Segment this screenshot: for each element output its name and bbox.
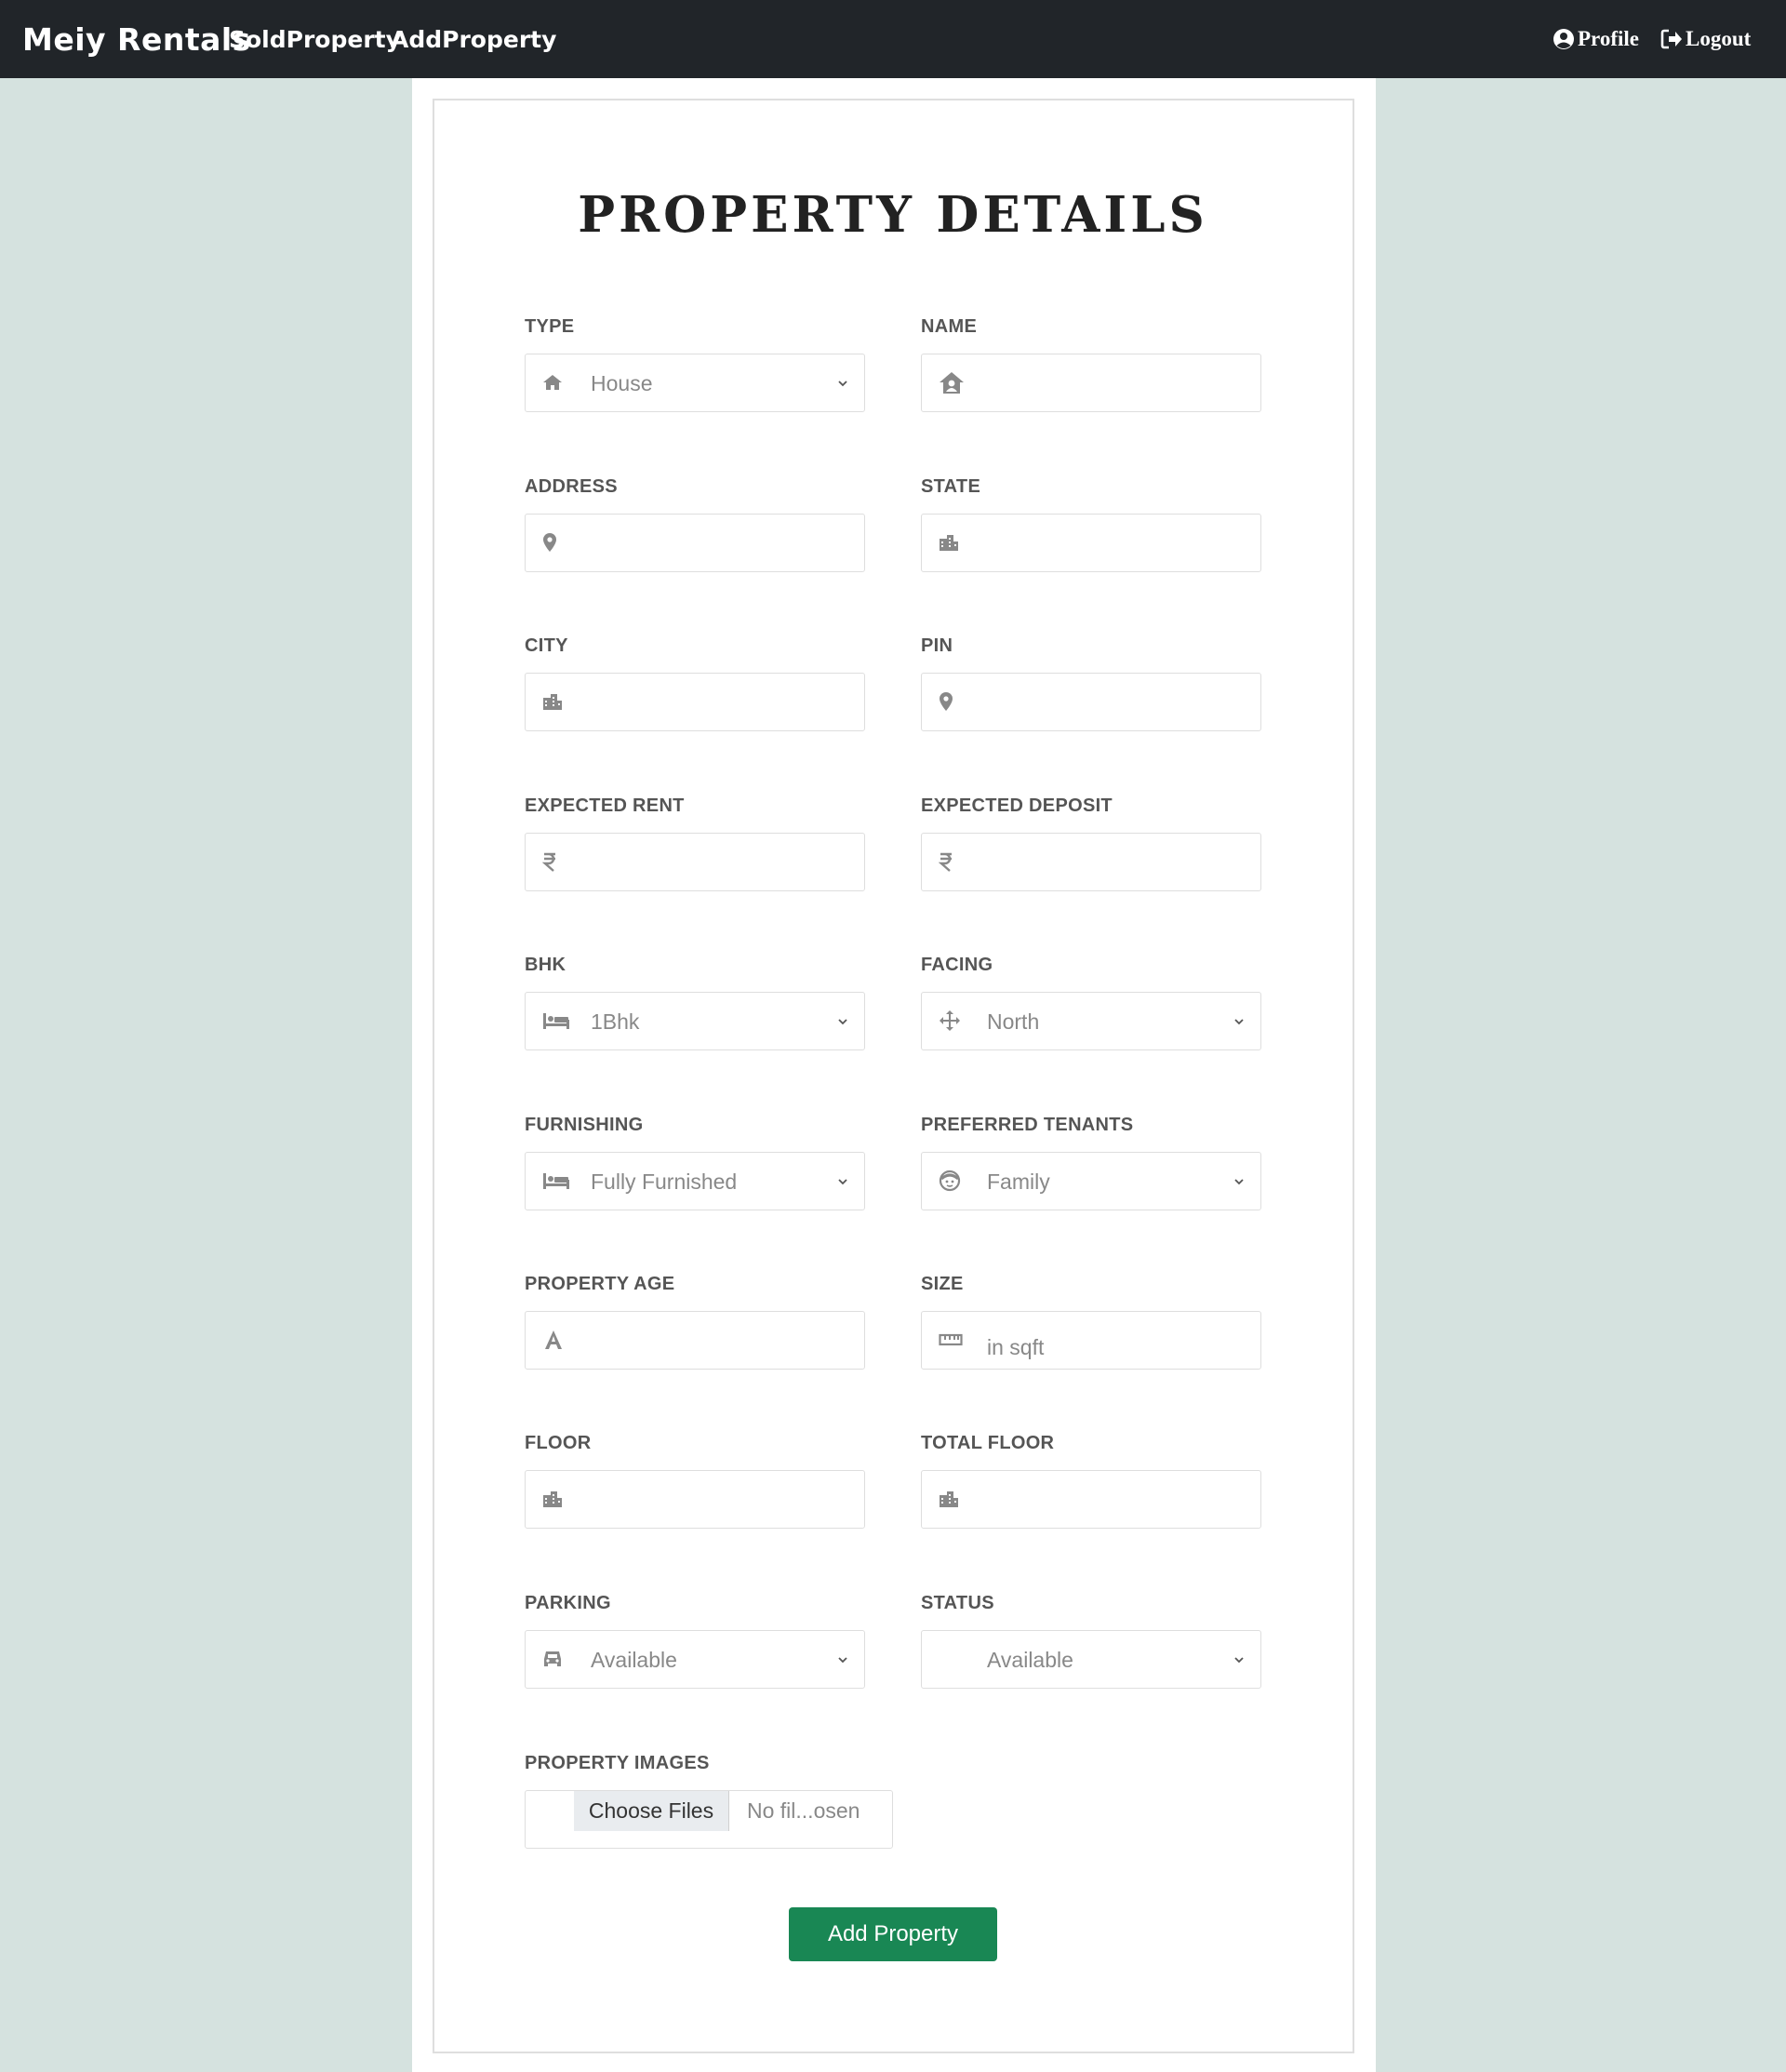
- property-images-label: PROPERTY IMAGES: [525, 1753, 710, 1773]
- rupee-icon: [939, 834, 970, 889]
- city-icon: [939, 515, 970, 570]
- user-circle-icon: [1553, 29, 1574, 49]
- logout-link[interactable]: Logout: [1660, 0, 1751, 78]
- status-label: STATUS: [921, 1593, 994, 1613]
- letter-a-icon: [542, 1312, 574, 1368]
- address-input[interactable]: [525, 514, 865, 572]
- facing-label: FACING: [921, 955, 993, 975]
- type-label: TYPE: [525, 316, 575, 337]
- facing-select[interactable]: North: [921, 992, 1261, 1050]
- city-icon: [939, 1471, 970, 1527]
- logout-label: Logout: [1686, 27, 1752, 50]
- bhk-select[interactable]: 1Bhk: [525, 992, 865, 1050]
- property-images-input[interactable]: Choose Files No fil...osen: [525, 1790, 893, 1849]
- navbar: Meiy Rentals SoldProperty AddProperty Pr…: [0, 0, 1786, 78]
- size-input[interactable]: in sqft: [921, 1311, 1261, 1370]
- expected-deposit-label: EXPECTED DEPOSIT: [921, 795, 1113, 816]
- map-pin-icon: [939, 674, 970, 729]
- house-user-icon: [939, 354, 970, 410]
- city-icon: [542, 1471, 574, 1527]
- city-label: CITY: [525, 635, 568, 656]
- profile-label: Profile: [1578, 27, 1639, 50]
- expected-rent-input[interactable]: [525, 833, 865, 891]
- city-input[interactable]: [525, 673, 865, 731]
- type-value: House: [591, 371, 653, 395]
- bhk-value: 1Bhk: [591, 1009, 640, 1034]
- total-floor-input[interactable]: [921, 1470, 1261, 1529]
- chevron-down-icon: [838, 1179, 847, 1185]
- status-value: Available: [987, 1648, 1073, 1672]
- expected-rent-label: EXPECTED RENT: [525, 795, 685, 816]
- nav-link-add-property[interactable]: AddProperty: [391, 0, 556, 78]
- name-input[interactable]: [921, 354, 1261, 412]
- nav-link-sold-property[interactable]: SoldProperty: [229, 0, 401, 78]
- map-pin-icon: [542, 515, 574, 570]
- status-select[interactable]: Available: [921, 1630, 1261, 1689]
- property-age-input[interactable]: [525, 1311, 865, 1370]
- face-icon: [939, 1153, 970, 1209]
- size-label: SIZE: [921, 1274, 964, 1294]
- rupee-icon: [542, 834, 574, 889]
- city-icon: [542, 674, 574, 729]
- name-label: NAME: [921, 316, 978, 337]
- expected-deposit-input[interactable]: [921, 833, 1261, 891]
- car-icon: [542, 1631, 574, 1687]
- add-property-button[interactable]: Add Property: [789, 1907, 997, 1961]
- property-age-label: PROPERTY AGE: [525, 1274, 675, 1294]
- furnishing-value: Fully Furnished: [591, 1170, 738, 1194]
- chevron-down-icon: [838, 1657, 847, 1664]
- chevron-down-icon: [838, 1019, 847, 1025]
- preferred-tenants-label: PREFERRED TENANTS: [921, 1115, 1134, 1135]
- home-icon: [542, 354, 574, 410]
- page-title: PROPERTY DETAILS: [578, 186, 1208, 244]
- bhk-label: BHK: [525, 955, 566, 975]
- profile-link[interactable]: Profile: [1553, 0, 1639, 78]
- floor-label: FLOOR: [525, 1433, 592, 1453]
- preferred-tenants-value: Family: [987, 1170, 1050, 1194]
- brand-logo[interactable]: Meiy Rentals: [22, 0, 251, 78]
- parking-select[interactable]: Available: [525, 1630, 865, 1689]
- facing-value: North: [987, 1009, 1040, 1034]
- floor-input[interactable]: [525, 1470, 865, 1529]
- parking-label: PARKING: [525, 1593, 611, 1613]
- pin-label: PIN: [921, 635, 953, 656]
- logout-icon: [1660, 29, 1682, 49]
- furnishing-label: FURNISHING: [525, 1115, 644, 1135]
- chevron-down-icon: [1234, 1179, 1244, 1185]
- arrows-icon: [939, 993, 970, 1049]
- file-name-text: No fil...osen: [747, 1798, 860, 1823]
- bed-icon: [542, 993, 574, 1049]
- type-select[interactable]: House: [525, 354, 865, 412]
- size-placeholder: in sqft: [987, 1335, 1045, 1359]
- address-label: ADDRESS: [525, 476, 618, 497]
- total-floor-label: TOTAL FLOOR: [921, 1433, 1055, 1453]
- chevron-down-icon: [1234, 1657, 1244, 1664]
- state-input[interactable]: [921, 514, 1261, 572]
- preferred-tenants-select[interactable]: Family: [921, 1152, 1261, 1210]
- ruler-icon: [939, 1312, 970, 1368]
- bed-icon: [542, 1153, 574, 1209]
- chevron-down-icon: [1234, 1019, 1244, 1025]
- chevron-down-icon: [838, 381, 847, 387]
- choose-files-button[interactable]: Choose Files: [574, 1791, 729, 1831]
- pin-input[interactable]: [921, 673, 1261, 731]
- furnishing-select[interactable]: Fully Furnished: [525, 1152, 865, 1210]
- parking-value: Available: [591, 1648, 677, 1672]
- state-label: STATE: [921, 476, 981, 497]
